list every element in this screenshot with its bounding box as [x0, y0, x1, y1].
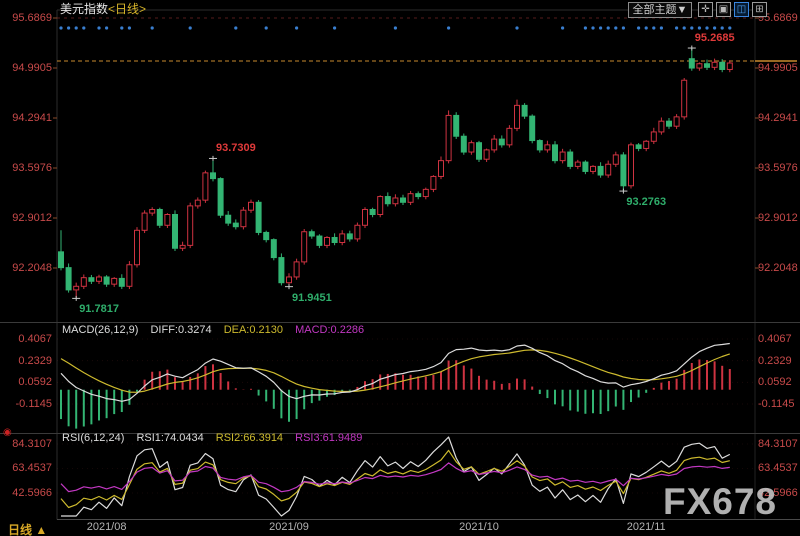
- add-panel-tool-icon[interactable]: ⊞: [752, 2, 767, 17]
- active-chart-tool-icon[interactable]: ◫: [734, 2, 749, 17]
- period-selector[interactable]: 日线 ▲: [8, 521, 47, 536]
- layout-tool-icon[interactable]: ▣: [716, 2, 731, 17]
- theme-dropdown-button[interactable]: 全部主题▼: [628, 2, 692, 18]
- period-selector-label: 日线: [8, 523, 33, 536]
- crosshair-tool-icon[interactable]: ✛: [698, 2, 713, 17]
- triangle-up-icon: ▲: [35, 523, 48, 536]
- chart-window: 95.6869 95.6869 94.9905 94.9905 94.2941 94.29…: [0, 0, 800, 536]
- candlestick-chart-canvas[interactable]: [0, 0, 800, 536]
